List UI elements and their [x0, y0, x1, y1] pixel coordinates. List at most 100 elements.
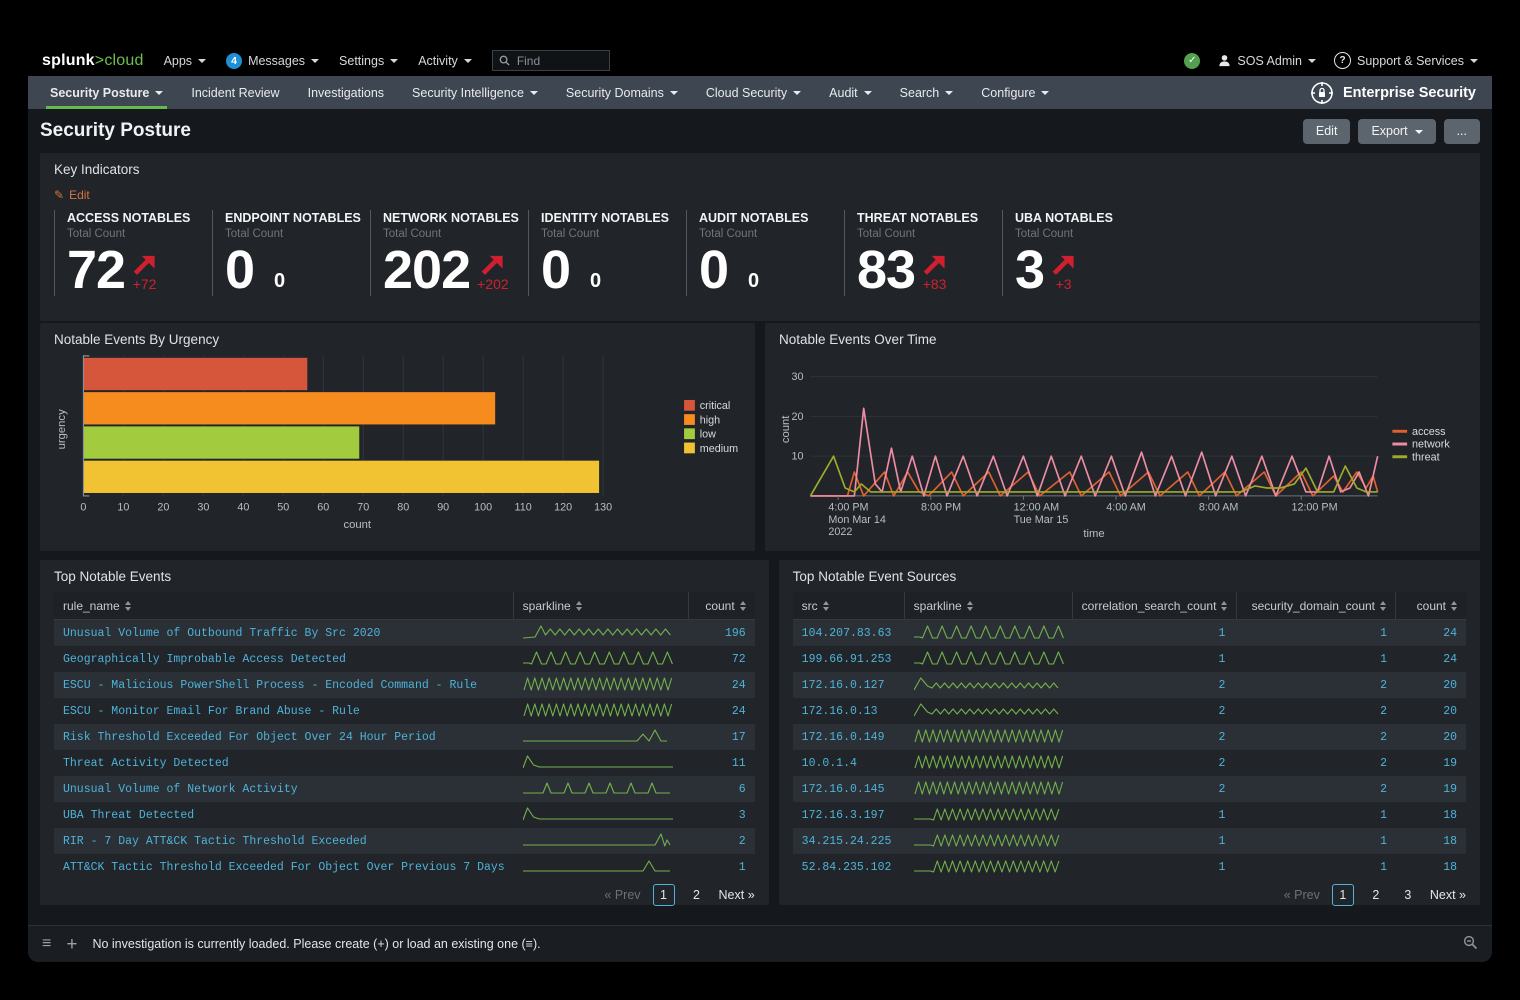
tab-search[interactable]: Search [886, 76, 968, 109]
pagination-prev[interactable]: « Prev [604, 888, 640, 902]
export-button[interactable]: Export [1358, 118, 1436, 144]
tab-investigations[interactable]: Investigations [294, 76, 398, 109]
cell-link-text[interactable]: 172.16.0.13 [802, 705, 878, 718]
splunk-cloud-logo[interactable]: splunk>cloud [42, 52, 144, 70]
notable-event-row[interactable]: Unusual Volume of Outbound Traffic By Sr… [54, 620, 755, 646]
cell-link-text[interactable]: ATT&CK Tactic Threshold Exceeded For Obj… [63, 861, 505, 874]
kpi-edit-link[interactable]: ✎ Edit [54, 188, 114, 202]
kpi-endpoint-notables[interactable]: ENDPOINT NOTABLES Total Count 0 0 [212, 210, 370, 297]
pagination-page-2[interactable]: 2 [1366, 885, 1386, 905]
event-source-row[interactable]: 172.16.0.149 2 2 20 [792, 724, 1466, 750]
event-source-row[interactable]: 104.207.83.63 1 1 24 [792, 620, 1466, 646]
cell-rule_name[interactable]: RIR - 7 Day ATT&CK Tactic Threshold Exce… [54, 835, 514, 848]
tab-configure[interactable]: Configure [967, 76, 1063, 109]
cell-link-text[interactable]: 34.215.24.225 [802, 835, 892, 848]
event-source-row[interactable]: 172.16.0.13 2 2 20 [793, 698, 1466, 724]
support-menu[interactable]: ? Support & Services [1334, 52, 1478, 69]
cell-rule_name[interactable]: ESCU - Monitor Email For Brand Abuse - R… [54, 705, 514, 718]
notable-event-row[interactable]: ESCU - Monitor Email For Brand Abuse - R… [54, 698, 755, 724]
cell-link-text[interactable]: 172.16.0.127 [802, 679, 885, 692]
cell-src[interactable]: 172.16.0.127 [793, 679, 905, 692]
cell-src[interactable]: 172.16.3.197 [793, 809, 905, 822]
notable-event-row[interactable]: Risk Threshold Exceeded For Object Over … [54, 724, 755, 750]
event-source-row[interactable]: 199.66.91.253 1 1 24 [793, 646, 1466, 672]
legend-swatch-critical[interactable] [684, 399, 695, 411]
cell-src[interactable]: 10.0.1.4 [793, 757, 905, 770]
cell-link-text[interactable]: 199.66.91.253 [802, 653, 892, 666]
tab-security-posture[interactable]: Security Posture [36, 76, 177, 109]
column-header-rule_name[interactable]: rule_name [54, 592, 514, 619]
event-source-row[interactable]: 52.84.235.102 1 1 18 [793, 854, 1466, 880]
kpi-uba-notables[interactable]: UBA NOTABLES Total Count 3 +3 [1002, 210, 1160, 297]
find-input[interactable] [514, 52, 599, 69]
menu-settings[interactable]: Settings [339, 54, 399, 68]
cell-link-text[interactable]: 52.84.235.102 [802, 861, 892, 874]
cell-rule_name[interactable]: UBA Threat Detected [54, 809, 514, 822]
edit-button[interactable]: Edit [1302, 118, 1351, 144]
tab-incident-review[interactable]: Incident Review [177, 76, 293, 109]
cell-rule_name[interactable]: Unusual Volume of Network Activity [54, 783, 514, 796]
event-source-row[interactable]: 172.16.3.197 1 1 18 [793, 802, 1466, 828]
cell-src[interactable]: 172.16.0.145 [793, 783, 905, 796]
cell-link-text[interactable]: Unusual Volume of Network Activity [63, 783, 298, 796]
pagination-page-1[interactable]: 1 [652, 884, 675, 906]
kpi-threat-notables[interactable]: THREAT NOTABLES Total Count 83 +83 [844, 210, 1002, 297]
cell-rule_name[interactable]: Unusual Volume of Outbound Traffic By Sr… [54, 627, 514, 640]
menu-messages[interactable]: 4 Messages [226, 52, 320, 69]
legend-swatch-medium[interactable] [684, 442, 695, 454]
series-threat[interactable] [809, 455, 1378, 497]
kpi-audit-notables[interactable]: AUDIT NOTABLES Total Count 0 0 [686, 210, 844, 297]
notable-event-row[interactable]: Threat Activity Detected 11 [54, 750, 755, 776]
pagination-page-3[interactable]: 3 [1398, 885, 1418, 905]
bar-medium[interactable] [83, 460, 600, 493]
column-header-correlation_search_count[interactable]: correlation_search_count [1073, 592, 1238, 619]
tab-security-domains[interactable]: Security Domains [552, 76, 692, 109]
pagination-page-1[interactable]: 1 [1331, 884, 1354, 906]
menu-activity[interactable]: Activity [418, 54, 472, 68]
cell-rule_name[interactable]: Risk Threshold Exceeded For Object Over … [54, 731, 514, 744]
cell-rule_name[interactable]: Geographically Improbable Access Detecte… [54, 653, 514, 666]
legend-swatch-high[interactable] [684, 414, 695, 425]
cell-rule_name[interactable]: ESCU - Malicious PowerShell Process - En… [54, 679, 514, 692]
column-header-sparkline[interactable]: sparkline [905, 592, 1073, 619]
pagination-prev[interactable]: « Prev [1284, 888, 1320, 902]
kpi-network-notables[interactable]: NETWORK NOTABLES Total Count 202 +202 [370, 210, 528, 297]
notable-event-row[interactable]: UBA Threat Detected 3 [54, 802, 755, 828]
notable-event-row[interactable]: RIR - 7 Day ATT&CK Tactic Threshold Exce… [54, 828, 755, 854]
cell-link-text[interactable]: 104.207.83.63 [802, 627, 892, 640]
bar-high[interactable] [83, 392, 496, 425]
column-header-count[interactable]: count [689, 592, 755, 619]
user-menu[interactable]: SOS Admin [1218, 54, 1316, 68]
cell-link-text[interactable]: 172.16.3.197 [802, 809, 885, 822]
event-source-row[interactable]: 172.16.0.127 2 2 20 [792, 672, 1466, 698]
pagination-next[interactable]: Next » [1430, 888, 1466, 902]
tab-security-intelligence[interactable]: Security Intelligence [398, 76, 552, 109]
cell-link-text[interactable]: Risk Threshold Exceeded For Object Over … [63, 731, 436, 744]
cell-rule_name[interactable]: Threat Activity Detected [54, 757, 514, 770]
pagination-next[interactable]: Next » [719, 888, 755, 902]
cell-src[interactable]: 52.84.235.102 [793, 861, 905, 874]
overtime-line-chart[interactable]: 10 20 30 4:00 PM Mon Mar 14 2022 8:00 PM 12:00 … [779, 351, 1466, 539]
notable-event-row[interactable]: ESCU - Malicious PowerShell Process - En… [54, 672, 755, 698]
column-header-security_domain_count[interactable]: security_domain_count [1237, 592, 1396, 619]
notable-event-row[interactable]: Unusual Volume of Network Activity 6 [54, 776, 755, 802]
cell-link-text[interactable]: UBA Threat Detected [63, 809, 194, 822]
cell-link-text[interactable]: ESCU - Monitor Email For Brand Abuse - R… [63, 705, 360, 718]
cell-src[interactable]: 172.16.0.13 [793, 705, 905, 718]
cell-src[interactable]: 199.66.91.253 [793, 653, 905, 666]
investigation-list-icon[interactable]: ≡ [42, 936, 51, 952]
kpi-identity-notables[interactable]: IDENTITY NOTABLES Total Count 0 0 [528, 210, 686, 297]
event-source-row[interactable]: 172.16.0.145 2 2 19 [792, 776, 1466, 802]
column-header-src[interactable]: src [793, 592, 905, 619]
cell-link-text[interactable]: ESCU - Malicious PowerShell Process - En… [63, 679, 477, 692]
event-source-row[interactable]: 34.215.24.225 1 1 18 [792, 828, 1466, 854]
cell-link-text[interactable]: Unusual Volume of Outbound Traffic By Sr… [63, 627, 380, 640]
cell-src[interactable]: 34.215.24.225 [793, 835, 905, 848]
zoom-icon[interactable] [1463, 935, 1478, 953]
cell-rule_name[interactable]: ATT&CK Tactic Threshold Exceeded For Obj… [54, 861, 514, 874]
bar-critical[interactable] [83, 357, 308, 391]
cell-link-text[interactable]: Geographically Improbable Access Detecte… [63, 653, 346, 666]
cell-src[interactable]: 172.16.0.149 [793, 731, 905, 744]
cell-src[interactable]: 104.207.83.63 [793, 627, 905, 640]
more-actions-button[interactable]: ... [1443, 118, 1480, 144]
